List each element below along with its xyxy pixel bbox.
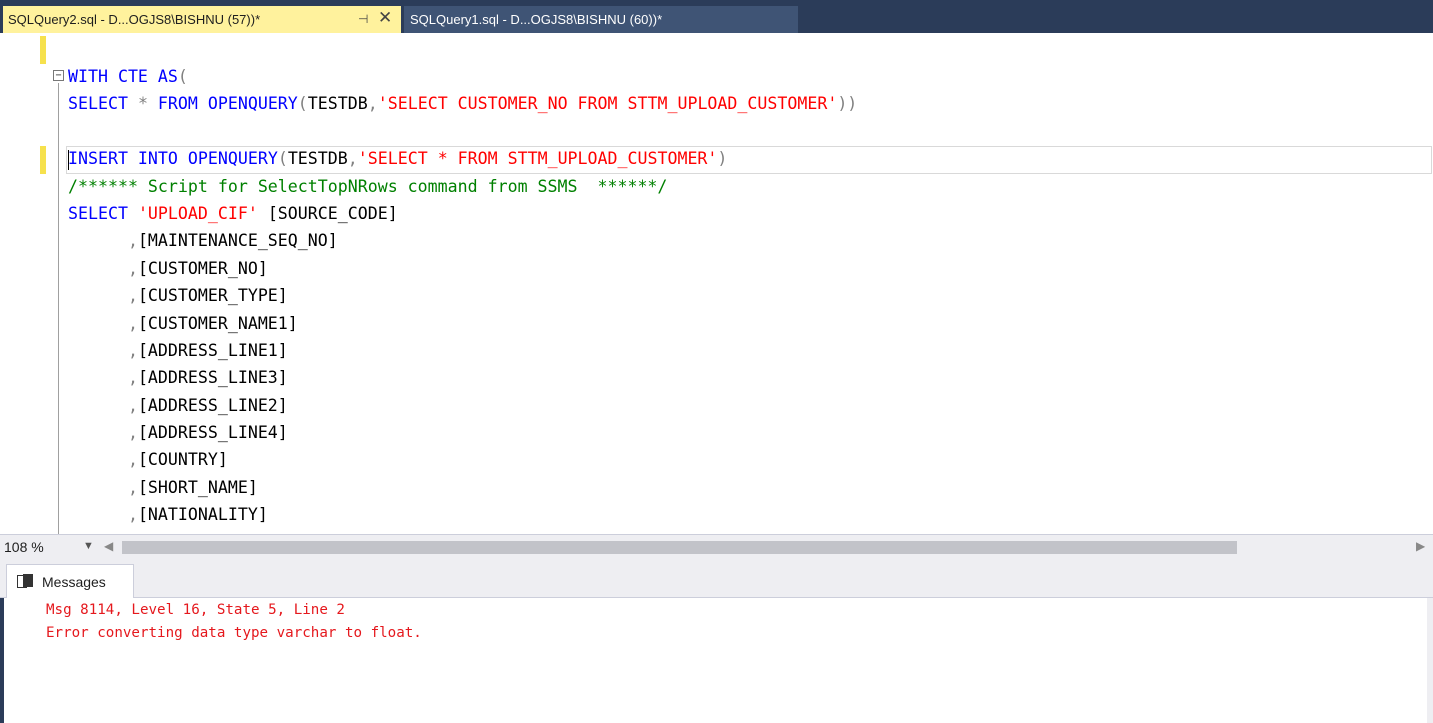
sql-editor[interactable]: − WITH CTE AS(SELECT * FROM OPENQUERY(TE… <box>0 33 1433 534</box>
tab-messages-label: Messages <box>42 573 106 590</box>
code-token: , <box>68 368 138 388</box>
code-token: [NATIONALITY] <box>137 505 268 525</box>
close-icon[interactable]: ✕ <box>378 9 392 27</box>
code-token: [ADDRESS_LINE4] <box>137 423 288 443</box>
code-line[interactable]: ,[COUNTRY] <box>68 446 857 473</box>
change-marker <box>40 36 46 64</box>
code-line[interactable]: ,[ADDRESS_LINE3] <box>68 364 857 391</box>
text-caret <box>68 150 69 170</box>
fold-guide <box>58 83 59 534</box>
code-line[interactable]: SELECT 'UPLOAD_CIF' [SOURCE_CODE] <box>68 200 857 227</box>
code-token: OPENQUERY <box>207 94 298 114</box>
horizontal-scrollbar-thumb[interactable] <box>122 541 1237 554</box>
code-token: * <box>137 94 158 114</box>
code-token: [SOURCE_CODE] <box>257 203 398 223</box>
code-token: , <box>68 340 138 360</box>
code-token: ( <box>177 67 188 86</box>
code-token: , <box>68 505 138 525</box>
code-token: 'SELECT * FROM STTM_UPLOAD_CUSTOMER' <box>357 149 718 169</box>
code-line[interactable]: ,[SHORT_NAME] <box>68 474 857 501</box>
scroll-right-icon[interactable]: ▶ <box>1416 539 1425 553</box>
code-line[interactable]: SELECT * FROM OPENQUERY(TESTDB,'SELECT C… <box>68 90 857 117</box>
zoom-level[interactable]: 108 % <box>4 539 44 555</box>
code-token: AS <box>157 67 178 86</box>
tab-sqlquery1[interactable]: SQLQuery1.sql - D...OGJS8\BISHNU (60))* <box>404 6 798 33</box>
code-token: , <box>68 313 138 333</box>
error-line: Error converting data type varchar to fl… <box>46 624 422 641</box>
code-token: , <box>68 395 138 415</box>
tab-title: SQLQuery2.sql - D...OGJS8\BISHNU (57))* <box>8 12 261 27</box>
tab-sqlquery2[interactable]: SQLQuery2.sql - D...OGJS8\BISHNU (57))* … <box>3 6 401 33</box>
tab-title: SQLQuery1.sql - D...OGJS8\BISHNU (60))* <box>410 12 663 27</box>
code-line[interactable] <box>68 118 857 145</box>
document-tab-strip: SQLQuery2.sql - D...OGJS8\BISHNU (57))* … <box>0 0 1433 33</box>
scroll-left-icon[interactable]: ◀ <box>104 539 113 553</box>
pane-border <box>1427 598 1433 723</box>
code-token: , <box>68 258 138 278</box>
code-text[interactable]: WITH CTE AS(SELECT * FROM OPENQUERY(TEST… <box>68 63 857 529</box>
code-line[interactable]: ,[CUSTOMER_NO] <box>68 255 857 282</box>
results-tab-strip: Messages <box>0 560 1433 598</box>
code-token: )) <box>837 94 858 114</box>
code-token: TESTDB <box>307 94 368 114</box>
code-token: ( <box>297 94 308 114</box>
code-token: FROM <box>157 94 208 114</box>
code-token: [SHORT_NAME] <box>137 477 258 497</box>
code-token: SELECT <box>68 203 138 223</box>
messages-pane[interactable]: Msg 8114, Level 16, State 5, Line 2 Error… <box>0 598 1433 723</box>
code-token: /****** Script for SelectTopNRows comman… <box>68 176 668 196</box>
code-token: [CUSTOMER_NAME1] <box>137 313 298 333</box>
messages-icon <box>17 573 33 590</box>
code-token: [COUNTRY] <box>137 450 228 470</box>
code-token: [CUSTOMER_NO] <box>137 258 268 278</box>
pin-icon[interactable]: ⊣ <box>358 12 368 26</box>
code-line[interactable]: ,[CUSTOMER_NAME1] <box>68 310 857 337</box>
code-line[interactable]: ,[ADDRESS_LINE4] <box>68 419 857 446</box>
code-token: OPENQUERY <box>187 149 278 169</box>
code-token: [MAINTENANCE_SEQ_NO] <box>137 231 338 251</box>
change-marker <box>40 146 46 174</box>
code-token: ) <box>717 149 728 169</box>
code-token: , <box>68 286 138 306</box>
code-token: [ADDRESS_LINE1] <box>137 340 288 360</box>
code-token: INSERT INTO <box>68 149 188 169</box>
code-token: WITH CTE <box>68 67 158 86</box>
code-token: , <box>68 450 138 470</box>
code-line[interactable]: WITH CTE AS( <box>68 63 857 90</box>
code-line[interactable]: ,[ADDRESS_LINE1] <box>68 337 857 364</box>
editor-statusbar: 108 % ▼ ◀ ▶ <box>0 534 1433 560</box>
code-token: , <box>367 94 378 114</box>
error-line: Msg 8114, Level 16, State 5, Line 2 <box>46 602 345 618</box>
code-token: [ADDRESS_LINE2] <box>137 395 288 415</box>
code-token: , <box>68 423 138 443</box>
editor-gutter <box>0 33 46 534</box>
code-line[interactable]: INSERT INTO OPENQUERY(TESTDB,'SELECT * F… <box>68 145 857 172</box>
code-line[interactable]: ,[MAINTENANCE_SEQ_NO] <box>68 227 857 254</box>
chevron-down-icon[interactable]: ▼ <box>83 540 94 552</box>
code-token: ( <box>277 149 288 169</box>
code-line[interactable]: ,[CUSTOMER_TYPE] <box>68 282 857 309</box>
code-token: , <box>68 231 138 251</box>
tab-messages[interactable]: Messages <box>6 564 134 598</box>
code-token: [ADDRESS_LINE3] <box>137 368 288 388</box>
code-token: TESTDB <box>287 149 348 169</box>
code-line[interactable]: ,[ADDRESS_LINE2] <box>68 392 857 419</box>
code-line[interactable]: ,[NATIONALITY] <box>68 501 857 528</box>
code-token: 'SELECT CUSTOMER_NO FROM STTM_UPLOAD_CUS… <box>377 94 838 114</box>
code-token: , <box>68 477 138 497</box>
error-message: Msg 8114, Level 16, State 5, Line 2 Error… <box>46 599 422 644</box>
code-token: 'UPLOAD_CIF' <box>137 203 258 223</box>
code-token: SELECT <box>68 94 138 114</box>
code-line[interactable]: /****** Script for SelectTopNRows comman… <box>68 173 857 200</box>
collapse-icon[interactable]: − <box>53 70 64 81</box>
code-token: , <box>347 149 358 169</box>
code-token: [CUSTOMER_TYPE] <box>137 286 288 306</box>
